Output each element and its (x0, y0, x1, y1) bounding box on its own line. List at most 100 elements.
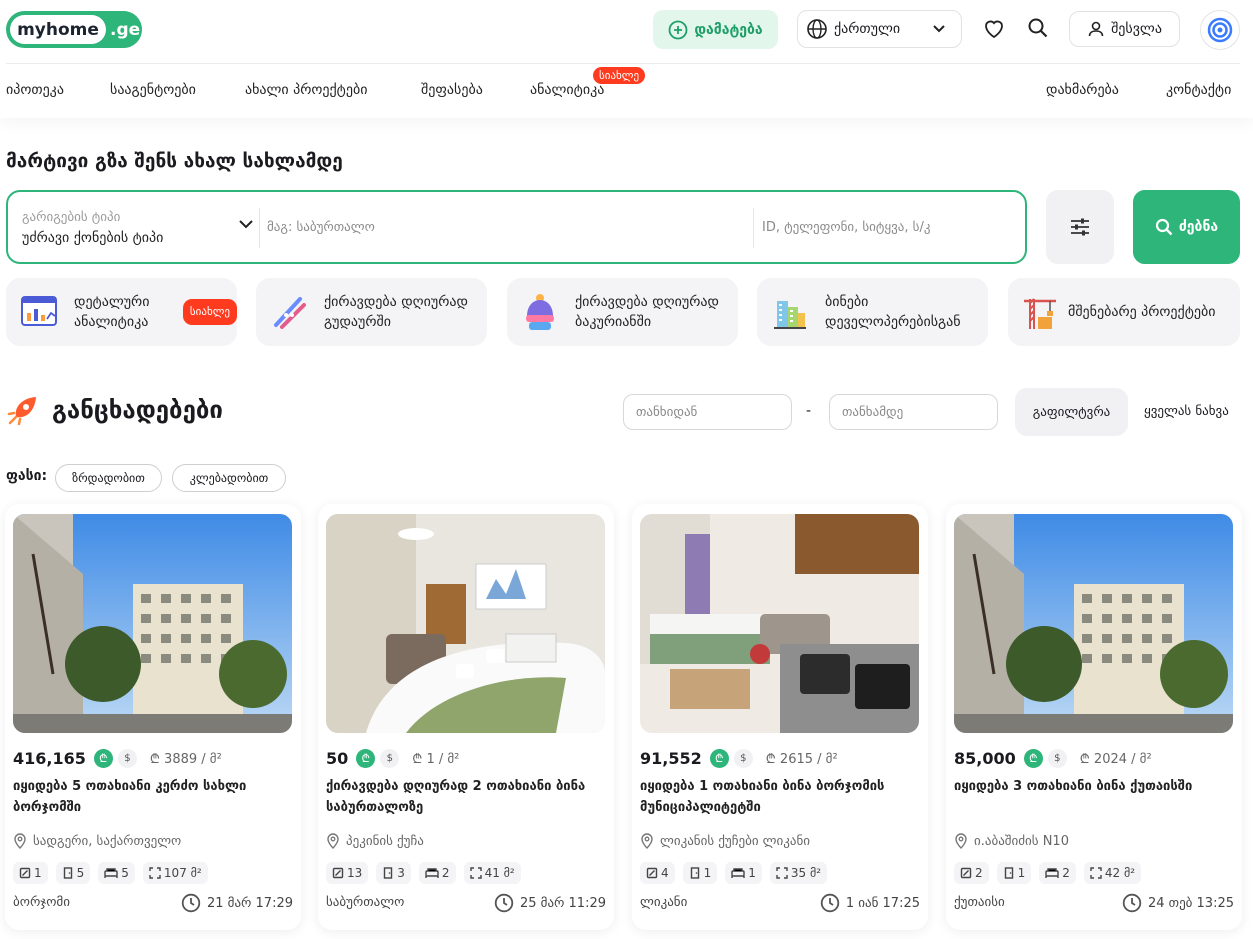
nav-agencies[interactable]: სააგენტოები (110, 82, 196, 98)
add-listing-label: დამატება (694, 21, 763, 38)
listing-photo[interactable] (640, 514, 919, 733)
baths-value: 2 (1062, 866, 1070, 880)
bedrooms-spec: 5 (55, 862, 91, 884)
currency-usd-toggle[interactable]: $ (733, 748, 753, 768)
language-label: ქართული (834, 21, 901, 37)
deal-type-label[interactable]: გარიგების ტიპი (22, 210, 120, 225)
chevron-down-icon (933, 25, 945, 33)
listing-card[interactable]: 50 ₾ $ ₾ 1 / მ² ქირავდება დღიურად 2 ოთახ… (318, 504, 614, 930)
category-analytics[interactable]: დეტალური ანალიტიკა სიახლე (6, 278, 237, 346)
id-search-input[interactable]: ID, ტელეფონი, სიტყვა, ს/კ (762, 220, 930, 235)
listing-title[interactable]: იყიდება 5 ოთახიანი კერძო სახლი ბორჯომში (13, 776, 293, 818)
currency-usd-toggle[interactable]: $ (380, 748, 400, 768)
category-bakuriani[interactable]: ქირავდება დღიურად ბაკურიანში (507, 278, 738, 346)
category-gudauri[interactable]: ქირავდება დღიურად გუდაურში (256, 278, 487, 346)
price-row: 50 ₾ $ ₾ 1 / მ² (326, 748, 459, 768)
lari-sign: ₾ (412, 752, 423, 767)
location-input[interactable]: მაგ: საბურთალო (267, 220, 375, 235)
bed-icon (1045, 868, 1059, 878)
listing-title[interactable]: იყიდება 3 ოთახიანი ბინა ქუთაისში (954, 776, 1234, 797)
currency-usd-toggle[interactable]: $ (117, 748, 137, 768)
listing-photo[interactable] (326, 514, 605, 733)
sort-descending-chip[interactable]: კლებადობით (172, 464, 286, 492)
see-all-link[interactable]: ყველას ნახვა (1144, 404, 1229, 419)
advanced-filter-button[interactable] (1046, 190, 1114, 264)
currency-lari-toggle[interactable]: ₾ (356, 748, 376, 768)
bedrooms-spec: 1 (682, 862, 718, 884)
buildings-icon (769, 291, 811, 333)
property-type-select[interactable]: უძრავი ქონების ტიპი (22, 230, 163, 246)
price-per-sqm: ₾ 3889 / მ² (150, 749, 222, 767)
baths-value: 5 (121, 866, 129, 880)
listing-card[interactable]: 416,165 ₾ $ ₾ 3889 / მ² იყიდება 5 ოთახია… (5, 504, 301, 930)
listing-date: 25 მარ 11:29 (494, 893, 606, 913)
listing-specs: 1 5 5 107 მ² (13, 862, 208, 884)
search-button[interactable]: ძებნა (1133, 190, 1240, 264)
sqm-price-value: 3889 / მ² (164, 752, 222, 767)
search-icon[interactable] (1027, 17, 1049, 39)
listing-photo[interactable] (954, 514, 1233, 733)
area-value: 42 მ² (1104, 866, 1136, 880)
price-row: 91,552 ₾ $ ₾ 2615 / მ² (640, 748, 838, 768)
door-icon (646, 867, 658, 879)
lari-sign: ₾ (149, 752, 160, 767)
sqm-price-value: 2024 / მ² (1093, 752, 1152, 767)
chevron-down-icon[interactable] (239, 220, 253, 229)
logo[interactable]: myhome .ge (6, 11, 142, 48)
rooms-spec: 13 (326, 862, 369, 884)
listing-date: 24 თებ 13:25 (1122, 893, 1234, 913)
nav-analytics[interactable]: ანალიტიკა (530, 82, 604, 98)
listing-photo[interactable] (13, 514, 292, 733)
header: myhome .ge დამატება ქართული შესვლა იპოთე… (0, 0, 1253, 118)
listing-date: 1 იან 17:25 (820, 893, 920, 913)
language-select[interactable]: ქართული (797, 10, 962, 48)
listing-specs: 2 1 2 42 მ² (954, 862, 1142, 884)
listing-title[interactable]: ქირავდება დღიურად 2 ოთახიანი ბინა საბურთ… (326, 776, 606, 818)
lari-sign: ₾ (1079, 752, 1090, 767)
price-per-sqm: ₾ 2024 / მ² (1080, 749, 1152, 767)
nav-mortgage[interactable]: იპოთეკა (6, 82, 64, 98)
listing-card[interactable]: 91,552 ₾ $ ₾ 2615 / მ² იყიდება 1 ოთახიან… (632, 504, 928, 930)
price-from-input[interactable]: თანხიდან (623, 394, 792, 430)
app-avatar[interactable] (1200, 10, 1240, 50)
location-pin-icon (14, 833, 26, 849)
category-label: მშენებარე პროექტები (1068, 304, 1216, 320)
listing-address: პეკინის ქუჩა (326, 833, 424, 849)
currency-lari-toggle[interactable]: ₾ (1023, 748, 1043, 768)
price-row: 416,165 ₾ $ ₾ 3889 / მ² (13, 748, 222, 768)
login-button[interactable]: შესვლა (1069, 11, 1180, 47)
rooms-value: 4 (661, 866, 669, 880)
listing-card[interactable]: 85,000 ₾ $ ₾ 2024 / მ² იყიდება 3 ოთახიან… (946, 504, 1242, 930)
add-listing-button[interactable]: დამატება (653, 10, 778, 49)
plus-circle-icon (668, 20, 688, 39)
clock-icon (181, 893, 201, 913)
crane-icon (1018, 291, 1060, 333)
price-to-input[interactable]: თანხამდე (829, 394, 998, 430)
date-text: 21 მარ 17:29 (206, 895, 293, 911)
category-label: ქირავდება დღიურად ბაკურიანში (575, 294, 719, 330)
date-text: 1 იან 17:25 (845, 895, 920, 911)
apply-filter-button[interactable]: გაფილტვრა (1015, 388, 1128, 436)
header-divider (6, 63, 1240, 64)
nav-contact[interactable]: კონტაქტი (1166, 82, 1231, 98)
sort-label: ფასი: (6, 468, 48, 484)
lari-sign: ₾ (765, 752, 776, 767)
currency-lari-toggle[interactable]: ₾ (93, 748, 113, 768)
category-under-construction[interactable]: მშენებარე პროექტები (1008, 278, 1240, 346)
listing-price: 85,000 (954, 748, 1016, 768)
bedrooms-spec: 3 (376, 862, 411, 884)
currency-usd-toggle[interactable]: $ (1047, 748, 1067, 768)
category-developers[interactable]: ბინები დეველოპერებისგან (757, 278, 988, 346)
location-pin-icon (327, 833, 339, 849)
currency-lari-toggle[interactable]: ₾ (709, 748, 729, 768)
date-text: 25 მარ 11:29 (519, 895, 606, 911)
nav-new-projects[interactable]: ახალი პროექტები (245, 82, 367, 98)
listing-title[interactable]: იყიდება 1 ოთახიანი ბინა ბორჯომის მუნიციპ… (640, 776, 920, 818)
nav-help[interactable]: დახმარება (1046, 82, 1119, 98)
ski-icon (268, 291, 310, 333)
hero-title: მარტივი გზა შენს ახალ სახლამდე (6, 150, 343, 172)
nav-valuation[interactable]: შეფასება (421, 82, 483, 98)
category-label: ქირავდება დღიურად გუდაურში (324, 294, 468, 330)
sort-ascending-chip[interactable]: ზრდადობით (55, 464, 162, 492)
heart-icon[interactable] (982, 17, 1006, 41)
